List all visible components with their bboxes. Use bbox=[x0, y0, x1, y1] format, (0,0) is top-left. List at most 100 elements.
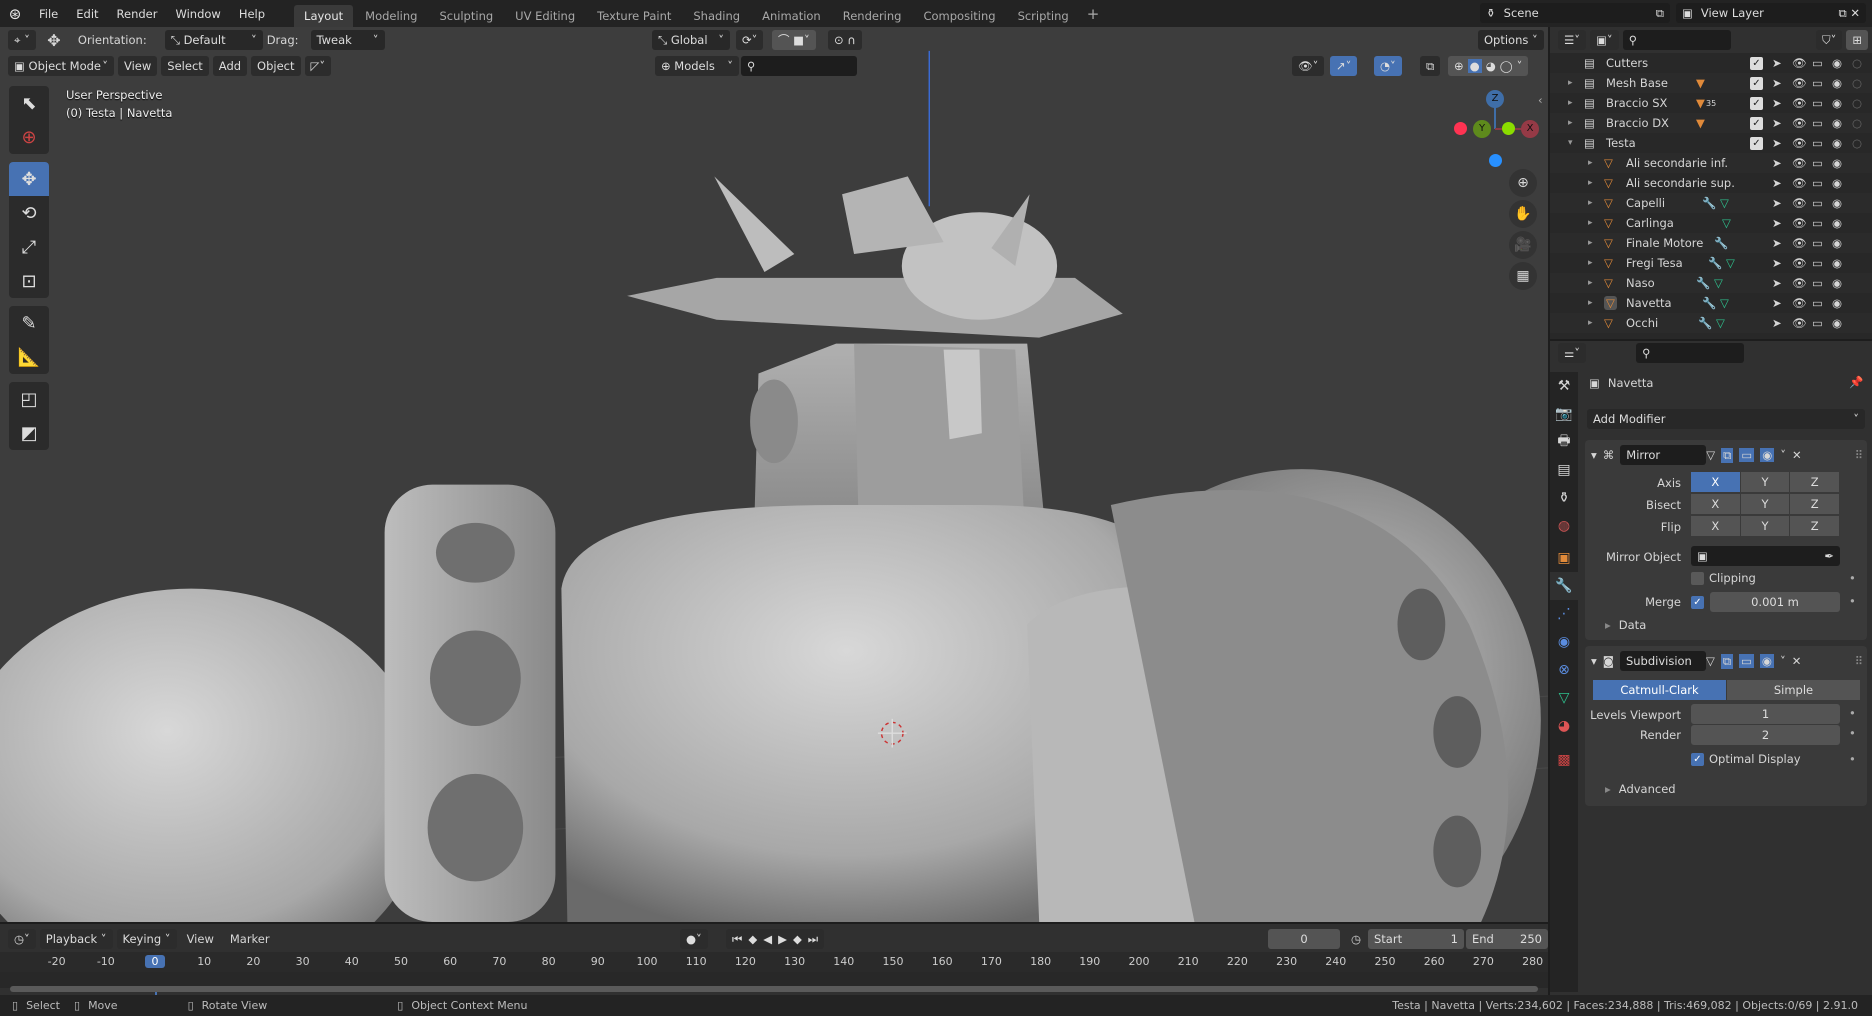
outliner-row[interactable]: ▸ ▽ Ali secondarie sup. ➤ 👁 ▭ ◉ bbox=[1550, 173, 1872, 193]
editor-type-dropdown[interactable]: ⚌˅ bbox=[1558, 343, 1587, 363]
modifier-tab-icon[interactable]: 🔧 bbox=[1550, 572, 1578, 600]
keying-menu[interactable]: Keying ˅ bbox=[116, 929, 177, 949]
menu-edit[interactable]: Edit bbox=[67, 7, 107, 21]
eye-icon[interactable]: 👁 bbox=[1792, 136, 1807, 150]
render-camera-icon[interactable]: ◉ bbox=[1832, 276, 1842, 290]
keyframe-dot-icon[interactable]: • bbox=[1849, 571, 1856, 585]
render-camera-icon[interactable]: ◉ bbox=[1832, 156, 1842, 170]
gizmo-neg-y[interactable] bbox=[1502, 122, 1515, 135]
flip-z-toggle[interactable]: Z bbox=[1790, 516, 1841, 536]
exclude-checkbox[interactable]: ✓ bbox=[1750, 56, 1763, 70]
expand-arrow-icon[interactable]: ▸ bbox=[1588, 218, 1593, 228]
mesh-data-icon[interactable]: ▽ bbox=[1716, 316, 1725, 330]
modifier-menu-icon[interactable]: ˅ bbox=[1780, 654, 1786, 668]
expand-arrow-icon[interactable]: ▸ bbox=[1588, 238, 1593, 248]
snap-toggle[interactable]: ⌒ ■˅ bbox=[772, 30, 816, 50]
outliner-item-label[interactable]: Ali secondarie inf. bbox=[1626, 156, 1728, 170]
expand-arrow-icon[interactable]: ▸ bbox=[1588, 318, 1593, 328]
render-camera-icon[interactable]: ◉ bbox=[1832, 136, 1842, 150]
outliner-item-label[interactable]: Navetta bbox=[1626, 296, 1672, 310]
eyedropper-icon[interactable]: ✒ bbox=[1824, 549, 1834, 563]
expand-arrow-icon[interactable]: ▸ bbox=[1588, 258, 1593, 268]
gizmo-toggle[interactable]: ↗˅ bbox=[1330, 56, 1358, 76]
world-tab-icon[interactable]: ◍ bbox=[1550, 512, 1578, 540]
eye-icon[interactable]: 👁 bbox=[1792, 316, 1807, 330]
properties-search-input[interactable]: ⚲ bbox=[1636, 343, 1745, 363]
selectable-icon[interactable]: ➤ bbox=[1772, 276, 1782, 290]
render-camera-icon[interactable]: ◉ bbox=[1832, 176, 1842, 190]
outliner-row[interactable]: ▤ Cutters ✓ ➤ 👁 ▭ ◉ ○ bbox=[1550, 53, 1872, 73]
camera-icon[interactable]: 🎥 bbox=[1509, 231, 1537, 259]
monitor-icon[interactable]: ▭ bbox=[1812, 76, 1823, 90]
select-mode-dropdown[interactable]: ◸˅ bbox=[304, 56, 332, 76]
annotate-tool-icon[interactable]: ✎ bbox=[9, 306, 49, 340]
expand-arrow-icon[interactable]: ▸ bbox=[1568, 118, 1573, 128]
gizmo-z-axis[interactable]: Z bbox=[1486, 90, 1504, 108]
view-layer-tab-icon[interactable]: ▤ bbox=[1550, 456, 1578, 484]
marker-menu[interactable]: Marker bbox=[224, 932, 276, 946]
holdout-icon[interactable]: ○ bbox=[1852, 56, 1862, 70]
proportional-editing-toggle[interactable]: ⊙ ∩ bbox=[828, 30, 862, 50]
monitor-icon[interactable]: ▭ bbox=[1812, 136, 1823, 150]
mirror-name-input[interactable]: Mirror bbox=[1620, 445, 1707, 465]
tab-rendering[interactable]: Rendering bbox=[833, 5, 912, 27]
selectable-icon[interactable]: ➤ bbox=[1772, 76, 1782, 90]
end-frame-input[interactable]: End 250 bbox=[1466, 929, 1548, 949]
particles-tab-icon[interactable]: ⋰ bbox=[1550, 600, 1578, 628]
render-camera-icon[interactable]: ◉ bbox=[1832, 236, 1842, 250]
menu-render[interactable]: Render bbox=[108, 7, 167, 21]
outliner-row[interactable]: ▸ ▽ Capelli 🔧 ▽ ➤ 👁 ▭ ◉ bbox=[1550, 193, 1872, 213]
mesh-data-icon[interactable]: ▽ bbox=[1722, 216, 1731, 230]
eye-icon[interactable]: 👁 bbox=[1792, 236, 1807, 250]
outliner-item-label[interactable]: Naso bbox=[1626, 276, 1655, 290]
viewport-toggle-icon[interactable]: ▭ bbox=[1739, 448, 1755, 462]
tab-texture-paint[interactable]: Texture Paint bbox=[587, 5, 681, 27]
outliner-item-label[interactable]: Finale Motore bbox=[1626, 236, 1703, 250]
wrench-icon[interactable]: 🔧 bbox=[1708, 256, 1722, 270]
keyframe-dot-icon[interactable]: • bbox=[1849, 752, 1856, 766]
object-menu[interactable]: Object bbox=[251, 56, 301, 76]
viewport-search-input[interactable]: ⚲ bbox=[741, 56, 857, 76]
tab-animation[interactable]: Animation bbox=[752, 5, 831, 27]
auto-keying-toggle[interactable]: ●˅ bbox=[680, 929, 708, 949]
timeline-scrollbar[interactable] bbox=[10, 986, 1538, 992]
keyframe-dot-icon[interactable]: • bbox=[1849, 594, 1856, 608]
expand-arrow-icon[interactable]: ▸ bbox=[1588, 178, 1593, 188]
collection-filter-dropdown[interactable]: ⊕ Models ˅ bbox=[655, 56, 739, 76]
outliner-item-label[interactable]: Testa bbox=[1606, 136, 1636, 150]
monitor-icon[interactable]: ▭ bbox=[1812, 116, 1823, 130]
selectable-icon[interactable]: ➤ bbox=[1772, 136, 1782, 150]
wrench-icon[interactable]: 🔧 bbox=[1698, 316, 1712, 330]
eye-icon[interactable]: 👁 bbox=[1792, 56, 1807, 70]
flip-y-toggle[interactable]: Y bbox=[1740, 516, 1791, 536]
collapse-icon[interactable]: ▾ bbox=[1591, 654, 1597, 668]
monitor-icon[interactable]: ▭ bbox=[1812, 256, 1823, 270]
optimal-display-checkbox[interactable]: ✓ bbox=[1691, 752, 1704, 766]
flip-x-toggle[interactable]: X bbox=[1691, 516, 1741, 536]
new-collection-button[interactable]: ⊞ bbox=[1846, 30, 1868, 50]
eye-icon[interactable]: 👁 bbox=[1792, 96, 1807, 110]
render-camera-icon[interactable]: ◉ bbox=[1832, 56, 1842, 70]
sidebar-toggle-icon[interactable]: ‹ bbox=[1538, 93, 1543, 107]
start-frame-input[interactable]: Start 1 bbox=[1368, 929, 1464, 949]
expand-arrow-icon[interactable]: ▸ bbox=[1568, 98, 1573, 108]
tab-uv-editing[interactable]: UV Editing bbox=[505, 5, 585, 27]
drag-handle-icon[interactable]: ⠿ bbox=[1855, 448, 1863, 462]
selectable-icon[interactable]: ➤ bbox=[1772, 256, 1782, 270]
jump-end-icon[interactable]: ⏭ bbox=[808, 932, 818, 947]
menu-file[interactable]: File bbox=[30, 7, 67, 21]
tab-sculpting[interactable]: Sculpting bbox=[429, 5, 503, 27]
eye-icon[interactable]: 👁 bbox=[1792, 116, 1807, 130]
render-toggle-icon[interactable]: ◉ bbox=[1759, 654, 1774, 668]
viewport-toggle-icon[interactable]: ▭ bbox=[1739, 654, 1754, 668]
collapse-icon[interactable]: ▾ bbox=[1591, 448, 1597, 462]
tab-layout[interactable]: Layout bbox=[294, 5, 354, 27]
monitor-icon[interactable]: ▭ bbox=[1812, 56, 1823, 70]
outliner-item-label[interactable]: Braccio DX bbox=[1606, 116, 1669, 130]
constraints-tab-icon[interactable]: ⊗ bbox=[1550, 656, 1578, 684]
outliner-row[interactable]: ▸ ▽ Occhi 🔧 ▽ ➤ 👁 ▭ ◉ bbox=[1550, 313, 1872, 333]
eye-icon[interactable]: 👁 bbox=[1792, 156, 1807, 170]
play-reverse-icon[interactable]: ◀ bbox=[763, 932, 772, 946]
orientation-dropdown[interactable]: ⤡ Default ˅ bbox=[164, 30, 263, 50]
outliner-row[interactable]: ▸ ▽ Navetta 🔧 ▽ ➤ 👁 ▭ ◉ bbox=[1550, 293, 1872, 313]
